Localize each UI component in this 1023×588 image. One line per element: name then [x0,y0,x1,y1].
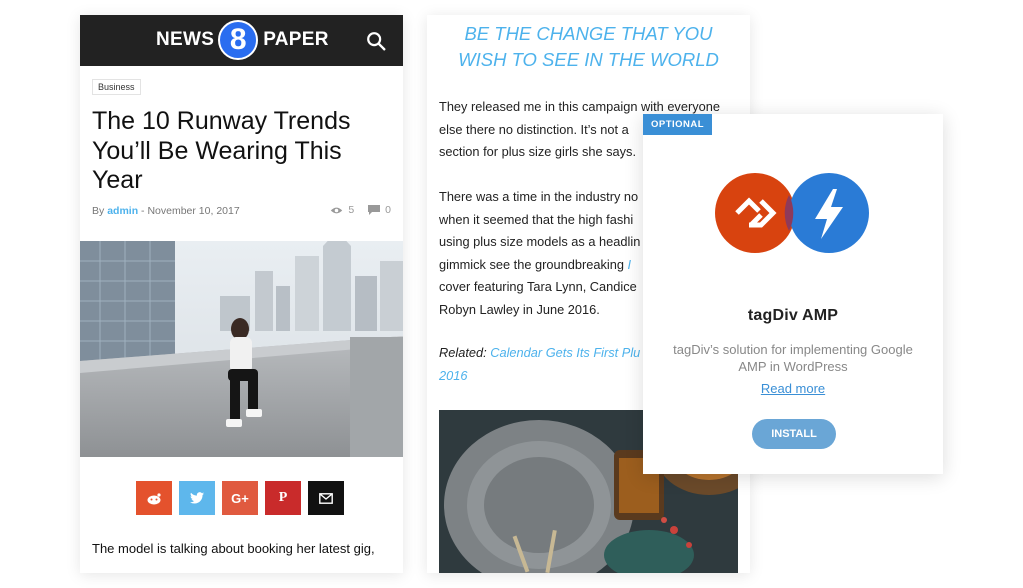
site-logo[interactable]: NEWS 8 PAPER [156,19,329,61]
paragraph-text: gimmick see the groundbreaking [439,256,628,272]
share-buttons: G+ P [136,481,344,515]
pinterest-icon: P [278,490,288,505]
site-header: NEWS 8 PAPER [80,15,403,66]
article-preview-mobile: NEWS 8 PAPER Business The 10 Runway Tren… [80,15,403,573]
share-twitter-button[interactable] [179,481,215,515]
logo-badge: 8 [218,20,259,60]
view-count: 5 [348,204,355,216]
share-pinterest-button[interactable]: P [265,481,301,515]
inline-link[interactable]: I [628,257,632,272]
plugin-card: OPTIONAL tagDiv AMP tagDiv’s solution fo… [643,114,943,474]
publish-date: November 10, 2017 [147,205,240,217]
reddit-icon [147,493,161,505]
featured-image [80,241,403,457]
pull-quote: BE THE CHANGE THAT YOU WISH TO SEE IN TH… [458,23,719,70]
share-reddit-button[interactable] [136,481,172,515]
article-body: The model is talking about booking her l… [92,541,375,556]
tagdiv-amp-logo-icon [715,173,869,253]
plugin-description: tagDiv’s solution for implementing Googl… [673,342,913,374]
stage: NEWS 8 PAPER Business The 10 Runway Tren… [0,0,1023,588]
logo-word-left: NEWS [156,29,215,50]
article-meta: By admin - November 10, 2017 [92,205,240,217]
comment-icon[interactable] [368,205,381,215]
meta-by: By [92,205,105,217]
author-link[interactable]: admin [107,205,138,217]
search-icon[interactable] [365,30,387,52]
twitter-icon [190,492,204,504]
related-link[interactable]: Calendar Gets Its First Plu [490,345,640,360]
related-link-continued[interactable]: 2016 [439,368,467,383]
related-label: Related: [439,345,487,360]
plugin-name: tagDiv AMP [747,307,839,324]
meta-separator: - [141,205,145,217]
optional-badge: OPTIONAL [643,114,713,135]
article-stats: 5 0 [330,204,391,216]
logo-word-right: PAPER [263,29,329,50]
share-email-button[interactable] [308,481,344,515]
comment-count: 0 [385,204,391,216]
share-google-plus-button[interactable]: G+ [222,481,258,515]
google-plus-icon: G+ [231,490,249,506]
email-icon [319,492,333,504]
category-tag[interactable]: Business [92,79,141,95]
article-title: The 10 Runway Trends You’ll Be Wearing T… [92,107,351,194]
read-more-link[interactable]: Read more [643,381,943,396]
eye-icon [331,207,343,213]
install-button[interactable]: INSTALL [752,419,836,449]
